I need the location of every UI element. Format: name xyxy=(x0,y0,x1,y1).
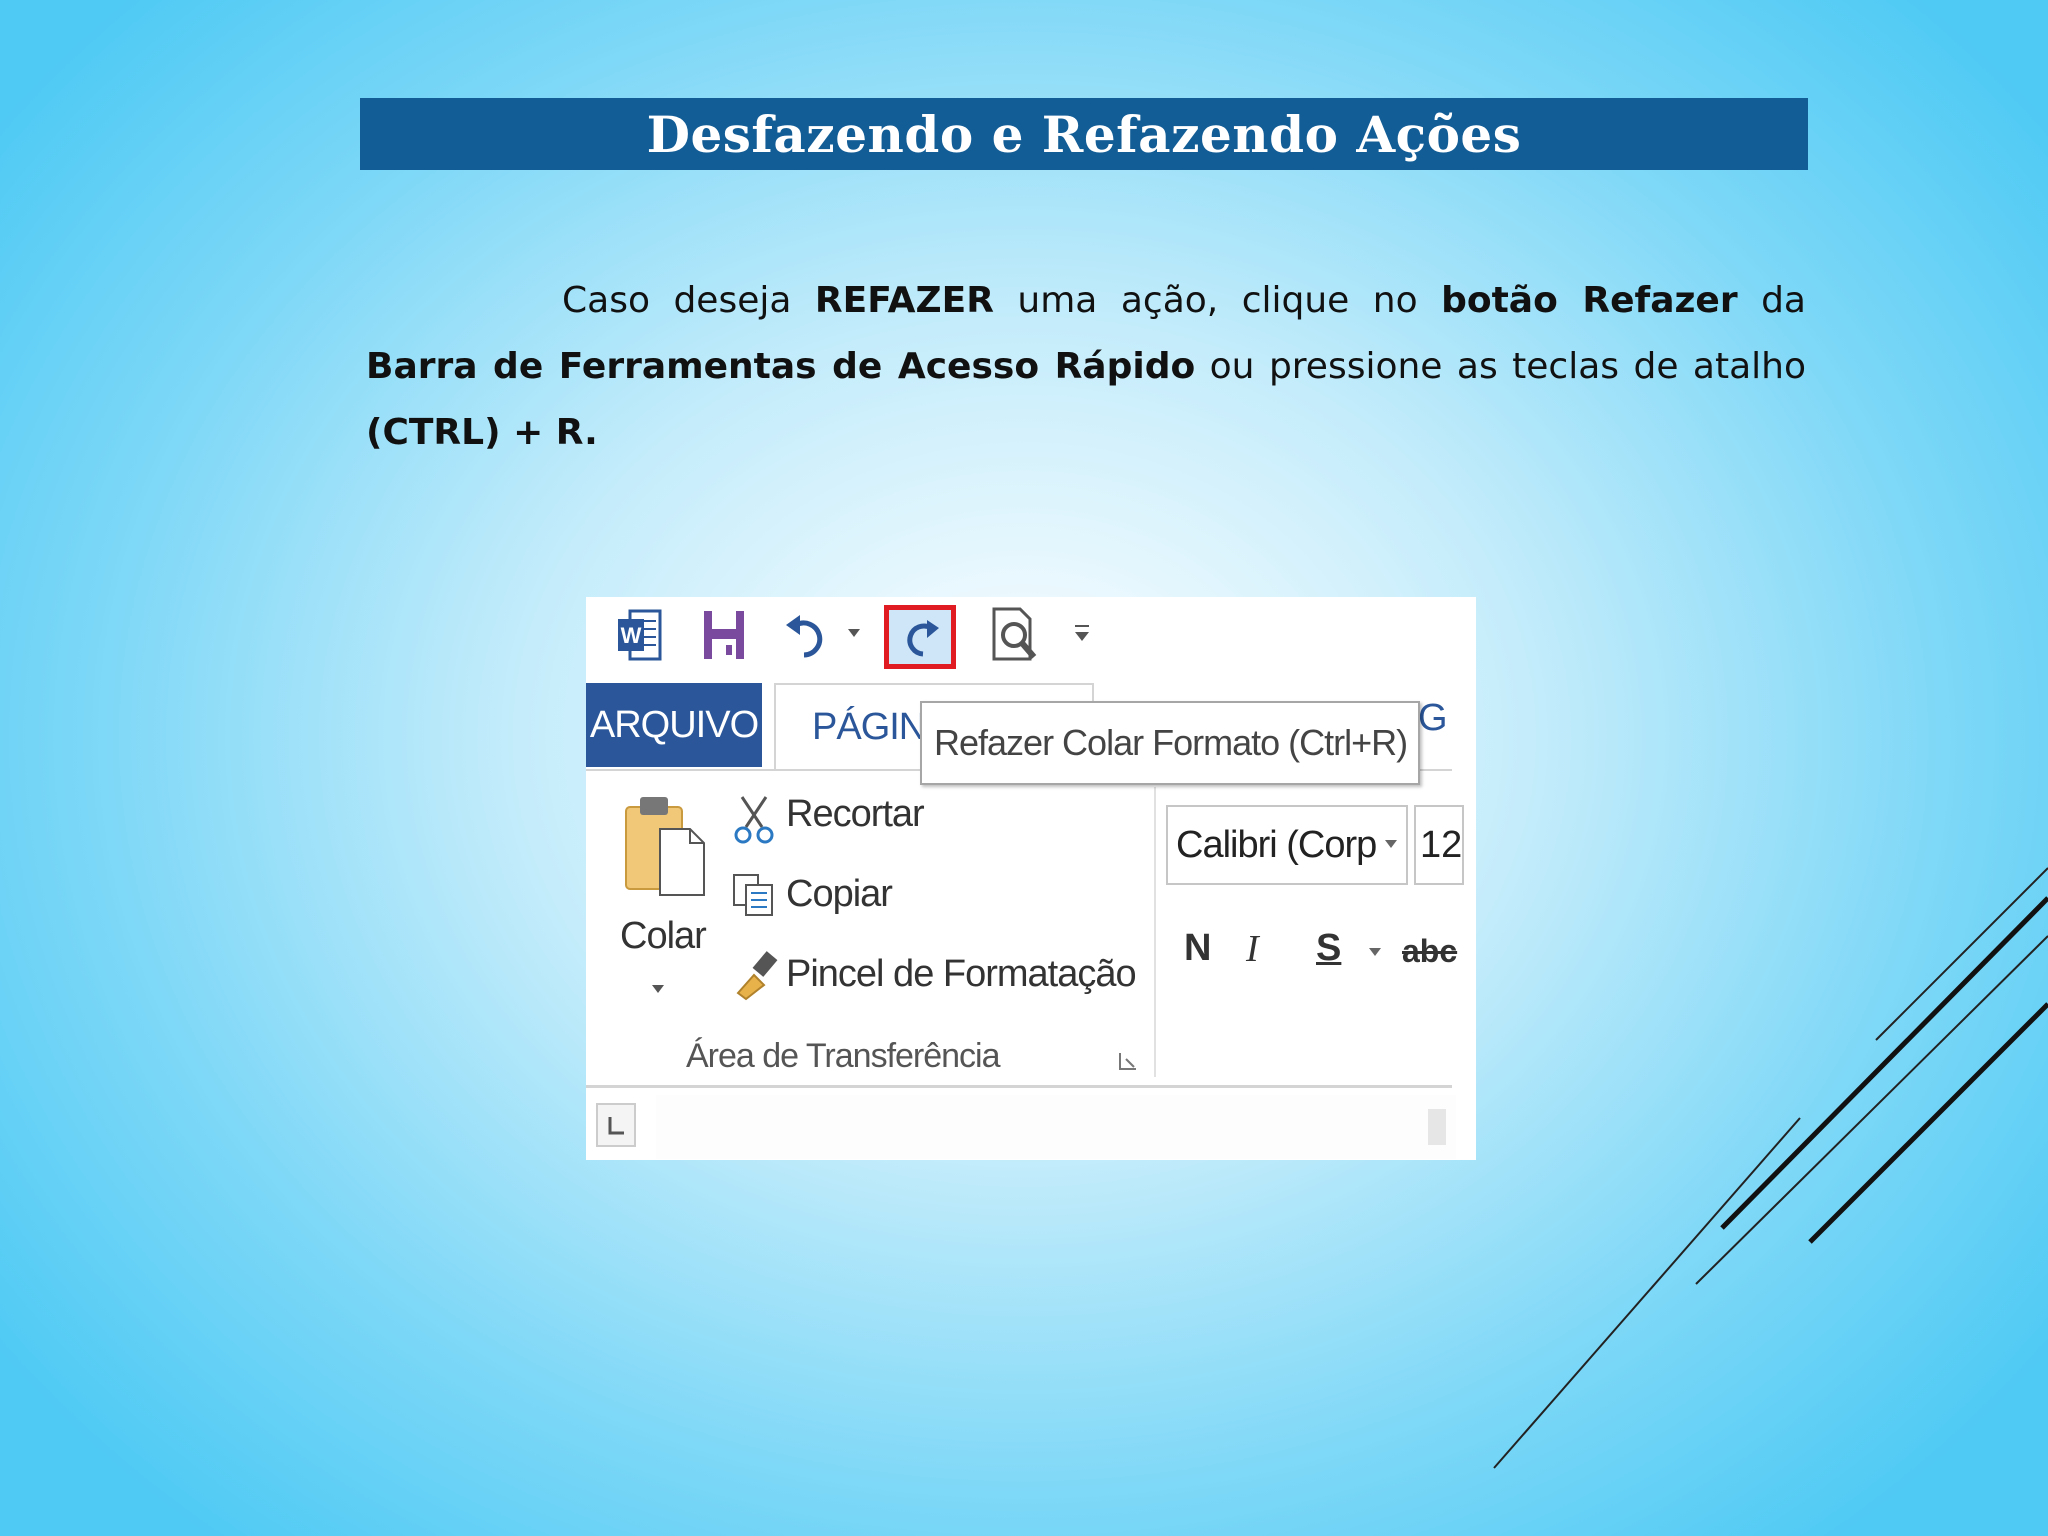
deco-line-2 xyxy=(1720,896,2048,1230)
deco-line-1 xyxy=(1875,867,2048,1041)
deco-line-3 xyxy=(1695,935,2048,1285)
decorative-diagonal-lines xyxy=(1493,867,2048,1469)
deco-line-4 xyxy=(1808,1002,2048,1244)
deco-line-5 xyxy=(1493,1117,1801,1469)
